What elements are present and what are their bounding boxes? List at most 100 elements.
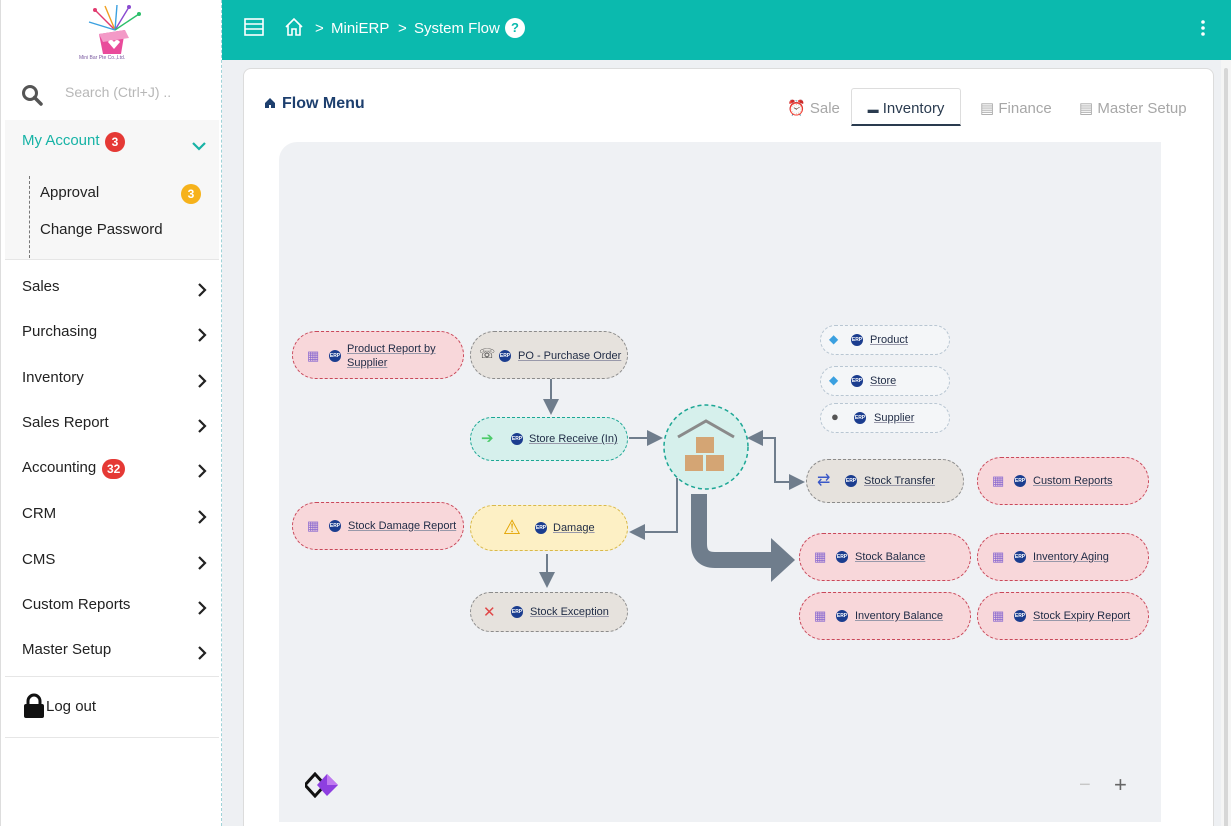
my-account-toggle[interactable]: My Account xyxy=(22,132,100,149)
tab-inventory[interactable]: ▬ Inventory xyxy=(851,88,961,126)
node-stock-balance[interactable]: ▦ ERP Stock Balance xyxy=(799,533,971,581)
search-bar xyxy=(1,70,219,116)
node-label: Store xyxy=(870,375,897,387)
erp-icon: ERP xyxy=(329,350,341,362)
help-icon[interactable]: ? xyxy=(505,18,525,38)
node-label: Stock Balance xyxy=(855,551,926,563)
sidebar-item-label: Custom Reports xyxy=(22,596,131,613)
my-account-badge: 3 xyxy=(105,132,125,152)
my-account-section: My Account 3 Approval 3 Change Password xyxy=(5,120,219,260)
breadcrumb-separator: > xyxy=(398,20,407,37)
node-stock-transfer[interactable]: ⇄ ERP Stock Transfer xyxy=(806,459,964,503)
grid-report-icon: ▦ xyxy=(992,549,1005,564)
brand-diamond-icon xyxy=(305,772,338,798)
node-product[interactable]: ◆ ERP Product xyxy=(820,325,950,355)
erp-icon: ERP xyxy=(851,375,863,387)
grid-report-icon: ▦ xyxy=(814,549,827,564)
tab-finance[interactable]: ▤ Finance xyxy=(980,88,1052,126)
breadcrumb-minierp[interactable]: MiniERP xyxy=(331,20,389,37)
sidebar-item-approval[interactable]: Approval xyxy=(40,184,99,201)
scrollbar-thumb[interactable] xyxy=(1224,68,1228,826)
search-icon[interactable] xyxy=(21,84,43,106)
grid-report-icon: ▦ xyxy=(307,518,320,533)
sidebar-item-cms[interactable]: CMS xyxy=(5,539,219,583)
node-inventory-aging[interactable]: ▦ ERP Inventory Aging xyxy=(977,533,1149,581)
sidebar-item-label: CRM xyxy=(22,505,57,522)
accounting-badge: 32 xyxy=(102,459,126,479)
sidebar: Mini Bar Pte Co.,Ltd. My Account 3 Appro… xyxy=(0,0,222,826)
menu-icon[interactable] xyxy=(244,18,264,36)
sidebar-item-change-password[interactable]: Change Password xyxy=(40,221,163,238)
chevron-right-icon xyxy=(198,419,207,433)
node-store-receive[interactable]: ➔ ERP Store Receive (In) xyxy=(470,417,628,461)
erp-icon: ERP xyxy=(535,522,547,534)
node-inventory-balance[interactable]: ▦ ERP Inventory Balance xyxy=(799,592,971,640)
node-label: Stock Expiry Report xyxy=(1033,610,1131,622)
logout-label: Log out xyxy=(46,698,97,715)
erp-icon: ERP xyxy=(845,475,857,487)
node-po-purchase-order[interactable]: ☏ ERP PO - Purchase Order xyxy=(470,331,628,379)
sidebar-item-label: Inventory xyxy=(22,369,84,386)
node-label: Inventory Balance xyxy=(855,610,944,622)
node-stock-damage-report[interactable]: ▦ ERP Stock Damage Report xyxy=(292,502,464,550)
sidebar-item-label: Sales Report xyxy=(22,414,109,431)
erp-icon: ERP xyxy=(836,551,848,563)
zoom-out-button[interactable]: − xyxy=(1079,774,1091,797)
sidebar-item-sales-report[interactable]: Sales Report xyxy=(5,402,219,446)
folder-icon: ▬ xyxy=(867,104,879,116)
erp-icon: ERP xyxy=(854,412,866,424)
flow-canvas[interactable]: ▦ ERP Product Report by Supplier ☏ ERP P… xyxy=(279,142,1161,822)
node-damage[interactable]: ⚠ ERP Damage xyxy=(470,505,628,551)
alarm-icon: ⏰ xyxy=(787,100,806,117)
phone-icon: ☏ xyxy=(479,346,496,361)
node-stock-exception[interactable]: ✕ ERP Stock Exception xyxy=(470,592,628,632)
close-icon: ✕ xyxy=(483,604,496,621)
node-stock-expiry-report[interactable]: ▦ ERP Stock Expiry Report xyxy=(977,592,1149,640)
sidebar-item-purchasing[interactable]: Purchasing xyxy=(5,311,219,355)
breadcrumb-system-flow: System Flow xyxy=(414,20,500,37)
tab-label: Finance xyxy=(998,100,1052,117)
node-store[interactable]: ◆ ERP Store xyxy=(820,366,950,396)
tab-sale[interactable]: ⏰ Sale xyxy=(787,88,840,126)
warning-icon: ⚠ xyxy=(503,517,521,539)
home-icon[interactable] xyxy=(284,17,304,37)
breadcrumb-separator: > xyxy=(315,20,324,37)
node-label: Stock Damage Report xyxy=(348,520,457,532)
node-supplier[interactable]: ● ERP Supplier xyxy=(820,403,950,433)
node-label: Inventory Aging xyxy=(1033,551,1109,563)
sidebar-item-master-setup[interactable]: Master Setup xyxy=(5,629,219,673)
sidebar-item-label: Sales xyxy=(22,278,60,295)
warehouse-hub-icon[interactable] xyxy=(662,403,750,491)
sidebar-item-inventory[interactable]: Inventory xyxy=(5,357,219,401)
tab-label: Sale xyxy=(809,100,840,117)
node-custom-reports[interactable]: ▦ ERP Custom Reports xyxy=(977,457,1149,505)
sidebar-item-crm[interactable]: CRM xyxy=(5,493,219,537)
chevron-right-icon xyxy=(198,374,207,388)
sidebar-item-custom-reports[interactable]: Custom Reports xyxy=(5,584,219,628)
home-small-icon xyxy=(265,98,275,108)
sidebar-item-sales[interactable]: Sales xyxy=(5,266,219,310)
search-input[interactable] xyxy=(65,80,205,104)
grid-report-icon: ▦ xyxy=(992,473,1005,488)
vertical-scrollbar[interactable] xyxy=(1221,60,1231,826)
node-label: Supplier xyxy=(874,412,915,424)
top-bar: > MiniERP > System Flow ? xyxy=(222,0,1231,60)
sidebar-item-label: Master Setup xyxy=(22,641,112,658)
user-icon: ● xyxy=(831,409,839,424)
erp-icon: ERP xyxy=(511,606,523,618)
node-product-report-by-supplier[interactable]: ▦ ERP Product Report by Supplier xyxy=(292,331,464,379)
chevron-down-icon[interactable] xyxy=(191,140,207,152)
chevron-right-icon xyxy=(198,283,207,297)
flow-menu-title: Flow Menu xyxy=(282,95,365,112)
erp-icon: ERP xyxy=(499,350,511,362)
more-options-icon[interactable] xyxy=(1200,18,1206,38)
sidebar-item-label: Accounting xyxy=(22,459,97,476)
logo-text: Mini Bar Pte Co.,Ltd. xyxy=(79,55,126,61)
chevron-right-icon xyxy=(198,464,207,478)
tab-master-setup[interactable]: ▤ Master Setup xyxy=(1079,88,1187,126)
sidebar-item-accounting[interactable]: Accounting 32 xyxy=(5,447,219,491)
node-label: Custom Reports xyxy=(1033,475,1113,487)
zoom-in-button[interactable]: + xyxy=(1114,772,1127,798)
logout-button[interactable]: Log out xyxy=(5,676,219,738)
grid-report-icon: ▦ xyxy=(307,348,320,363)
